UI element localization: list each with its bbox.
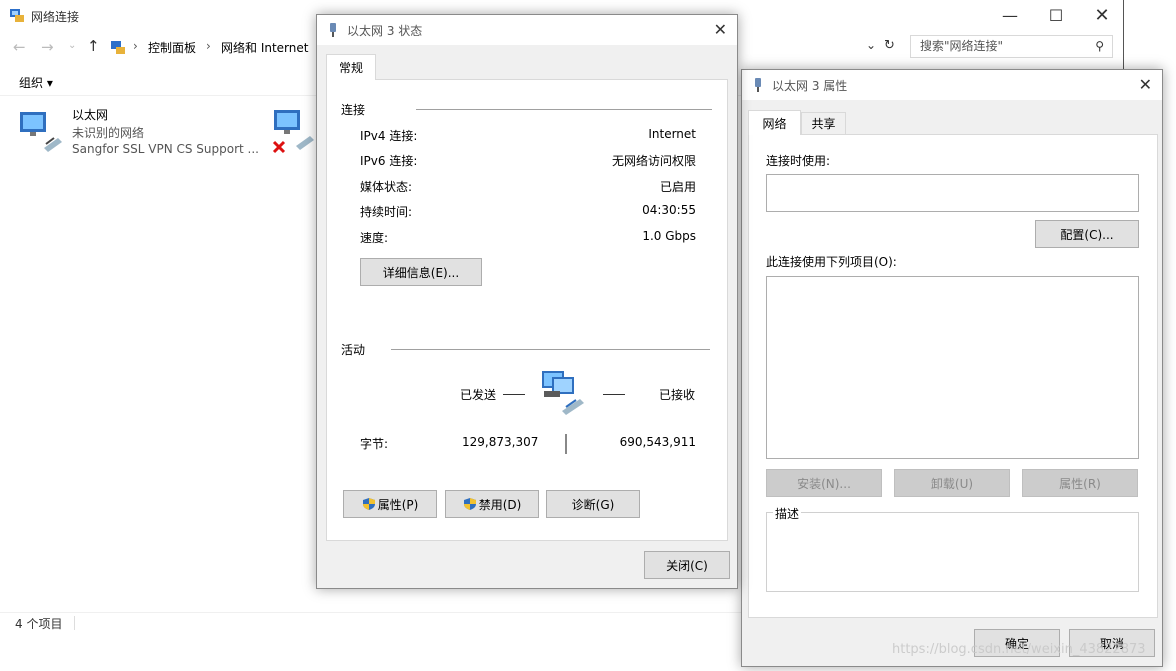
close-window-button[interactable]: ✕ [1079, 0, 1125, 30]
ethernet-status-dialog: 以太网 3 状态 ✕ 常规 连接 IPv4 连接: Internet IPv6 … [316, 14, 738, 589]
connection-group-label: 连接 [341, 103, 366, 117]
sent-label: 已发送 [460, 388, 497, 402]
received-line [603, 394, 625, 395]
ethernet-icon [752, 77, 764, 93]
group-divider [416, 109, 712, 110]
duration-value: 04:30:55 [642, 203, 696, 217]
search-placeholder: 搜索"网络连接" [920, 39, 1004, 53]
network-adapter-icon [18, 108, 66, 156]
connect-using-label: 连接时使用: [766, 154, 831, 168]
components-list[interactable] [766, 276, 1139, 459]
disable-button-label: 禁用(D) [478, 497, 522, 512]
media-state-value: 已启用 [659, 180, 696, 194]
adapter-status: 未识别的网络 [72, 126, 145, 140]
network-folder-icon [9, 7, 25, 23]
uac-shield-icon [463, 498, 476, 510]
disable-button[interactable]: 禁用(D) [445, 490, 539, 518]
adapter-field [766, 174, 1139, 212]
properties-title: 以太网 3 属性 [772, 78, 848, 93]
tab-general[interactable]: 常规 [326, 54, 376, 80]
refresh-icon[interactable]: ↻ [884, 38, 895, 53]
search-input[interactable]: 搜索"网络连接" ⚲ [910, 35, 1113, 58]
ipv4-value: Internet [648, 127, 696, 141]
duration-label: 持续时间: [360, 205, 413, 219]
back-arrow-icon[interactable]: ← [13, 38, 26, 56]
watermark: https://blog.csdn.net/weixin_43822873 [892, 642, 1146, 657]
bytes-sent: 129,873,307 [462, 435, 539, 449]
status-title: 以太网 3 状态 [347, 23, 423, 38]
maximize-button[interactable]: ☐ [1033, 0, 1079, 30]
ipv6-label: IPv6 连接: [360, 154, 418, 168]
tab-network[interactable]: 网络 [748, 110, 801, 135]
network-adapter-item[interactable]: 以太网 未识别的网络 Sangfor SSL VPN CS Support ..… [18, 106, 268, 160]
control-panel-icon [110, 39, 126, 55]
breadcrumb-chevron-icon: › [206, 39, 211, 53]
close-icon[interactable]: ✕ [1139, 75, 1152, 94]
status-divider [74, 616, 75, 630]
minimize-button[interactable]: — [987, 0, 1033, 30]
uac-shield-icon [362, 498, 375, 510]
adapter-name: 以太网 [72, 108, 109, 122]
configure-button[interactable]: 配置(C)... [1035, 220, 1139, 248]
search-icon[interactable]: ⚲ [1095, 36, 1104, 57]
description-label: 描述 [773, 505, 802, 522]
bytes-label: 字节: [360, 437, 389, 451]
network-activity-icon [540, 369, 590, 417]
recent-chevron-icon[interactable]: ⌄ [68, 40, 76, 51]
forward-arrow-icon[interactable]: → [41, 38, 54, 56]
item-properties-button[interactable]: 属性(R) [1022, 469, 1138, 497]
diagnose-button[interactable]: 诊断(G) [546, 490, 640, 518]
speed-label: 速度: [360, 231, 389, 245]
details-button[interactable]: 详细信息(E)... [360, 258, 482, 286]
address-dropdown-icon[interactable]: ⌄ [866, 38, 876, 52]
media-state-label: 媒体状态: [360, 180, 413, 194]
ethernet-icon [327, 22, 339, 38]
status-titlebar: 以太网 3 状态 ✕ [317, 15, 737, 45]
item-count: 4 个项目 [15, 617, 63, 631]
adapter-device: Sangfor SSL VPN CS Support ... [72, 142, 259, 156]
organize-menu[interactable]: 组织 ▾ [19, 74, 53, 91]
group-divider [391, 349, 710, 350]
network-tab-panel: 连接时使用: 配置(C)... 此连接使用下列项目(O): 安装(N)... 卸… [748, 134, 1158, 618]
explorer-title: 网络连接 [31, 10, 80, 24]
close-button[interactable]: 关闭(C) [644, 551, 730, 579]
properties-button[interactable]: 属性(P) [343, 490, 437, 518]
properties-titlebar: 以太网 3 属性 ✕ [742, 70, 1162, 100]
properties-button-label: 属性(P) [377, 497, 419, 512]
ipv6-value: 无网络访问权限 [611, 154, 696, 168]
ethernet-properties-dialog: 以太网 3 属性 ✕ 网络 共享 连接时使用: 配置(C)... 此连接使用下列… [741, 69, 1163, 667]
sent-line [503, 394, 525, 395]
speed-value: 1.0 Gbps [642, 229, 696, 243]
items-label: 此连接使用下列项目(O): [766, 255, 897, 269]
breadcrumb-control-panel[interactable]: 控制面板 [148, 39, 196, 56]
disconnected-adapter-icon [272, 110, 314, 154]
ipv4-label: IPv4 连接: [360, 129, 418, 143]
description-group: 描述 [766, 505, 1139, 592]
up-arrow-icon[interactable]: ↑ [87, 37, 100, 55]
install-button[interactable]: 安装(N)... [766, 469, 882, 497]
general-tab-panel: 连接 IPv4 连接: Internet IPv6 连接: 无网络访问权限 媒体… [326, 79, 728, 541]
activity-group-label: 活动 [341, 343, 366, 357]
bytes-received: 690,543,911 [619, 435, 696, 449]
network-adapter-item-disconnected[interactable] [272, 106, 318, 158]
bytes-divider [565, 434, 567, 454]
received-label: 已接收 [659, 388, 696, 402]
tab-sharing[interactable]: 共享 [801, 112, 846, 134]
close-icon[interactable]: ✕ [714, 20, 727, 39]
breadcrumb-chevron-icon: › [133, 39, 138, 53]
uninstall-button[interactable]: 卸载(U) [894, 469, 1010, 497]
breadcrumb-network-internet[interactable]: 网络和 Internet [221, 39, 308, 56]
